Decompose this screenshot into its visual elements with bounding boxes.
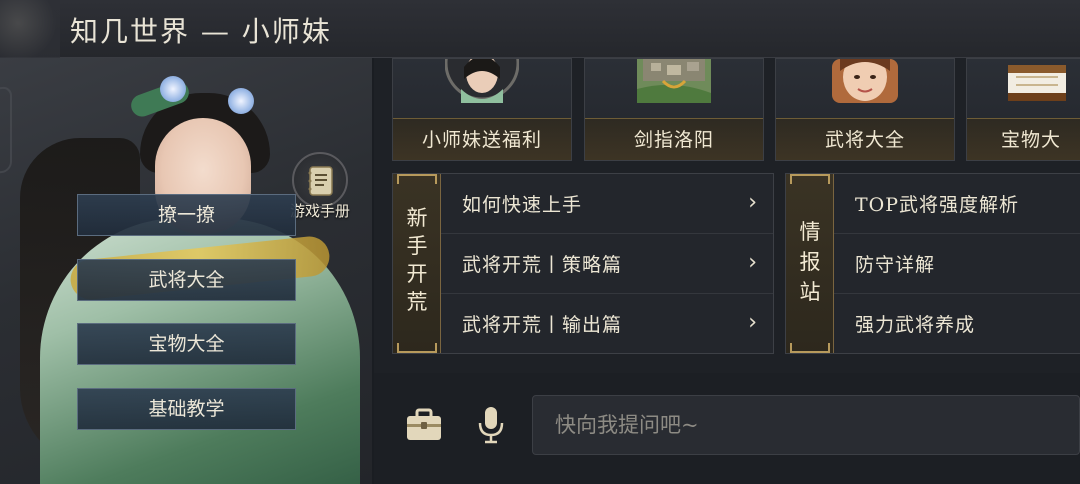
card-treasures[interactable]: 宝物大 xyxy=(966,58,1080,161)
card-welfare[interactable]: 小师妹送福利 xyxy=(392,58,572,161)
card-generals[interactable]: 武将大全 xyxy=(775,58,955,161)
intel-station-section: 情 报 站 TOP武将强度解析 防守详解 强力武将养成 xyxy=(785,173,1080,354)
newbie-guide-side-label: 新 手 开 荒 xyxy=(393,174,441,353)
intel-station-side-label: 情 报 站 xyxy=(786,174,834,353)
list-item-training[interactable]: 强力武将养成 xyxy=(834,294,1080,354)
emblem-icon xyxy=(0,0,60,58)
card-treasures-label: 宝物大 xyxy=(967,118,1080,160)
newbie-guide-section: 新 手 开 荒 如何快速上手 › 武将开荒丨策略篇 › 武将开荒丨输出篇 › xyxy=(392,173,774,354)
content-panel: 小师妹送福利 剑指洛阳 武将大全 宝物大 新 手 开 荒 如何快速上手 › 武将… xyxy=(374,58,1080,484)
ask-question-input[interactable] xyxy=(532,395,1080,455)
treasures-encyclopedia-button[interactable]: 宝物大全 xyxy=(77,323,296,365)
avatar-thumbnail xyxy=(445,59,519,103)
card-welfare-label: 小师妹送福利 xyxy=(393,118,571,160)
flirt-button[interactable]: 撩一撩 xyxy=(77,194,296,236)
list-item-quick-start[interactable]: 如何快速上手 › xyxy=(441,174,773,234)
header-bar: 知几世界 — 小师妹 xyxy=(0,0,1080,58)
chevron-right-icon: › xyxy=(748,310,757,335)
microphone-icon[interactable] xyxy=(477,405,505,449)
feature-cards: 小师妹送福利 剑指洛阳 武将大全 宝物大 xyxy=(374,58,1080,162)
briefcase-icon[interactable] xyxy=(404,405,444,449)
chat-bar xyxy=(374,373,1080,484)
chevron-right-icon: › xyxy=(748,190,757,215)
card-luoyang-label: 剑指洛阳 xyxy=(585,118,763,160)
card-luoyang[interactable]: 剑指洛阳 xyxy=(584,58,764,161)
page-title: 知几世界 — 小师妹 xyxy=(70,15,332,48)
list-item-damage[interactable]: 武将开荒丨输出篇 › xyxy=(441,294,773,354)
list-item-defense[interactable]: 防守详解 xyxy=(834,234,1080,294)
card-generals-label: 武将大全 xyxy=(776,118,954,160)
generals-encyclopedia-button[interactable]: 武将大全 xyxy=(77,259,296,301)
map-thumbnail xyxy=(637,59,711,103)
basic-tutorial-button[interactable]: 基础教学 xyxy=(77,388,296,430)
treasure-thumbnail xyxy=(1000,59,1074,103)
list-item-strategy[interactable]: 武将开荒丨策略篇 › xyxy=(441,234,773,294)
chevron-right-icon: › xyxy=(748,250,757,275)
character-panel: 游戏手册 撩一撩 武将大全 宝物大全 基础教学 xyxy=(0,58,372,484)
list-item-top-generals[interactable]: TOP武将强度解析 xyxy=(834,174,1080,234)
portrait-thumbnail xyxy=(828,59,902,103)
